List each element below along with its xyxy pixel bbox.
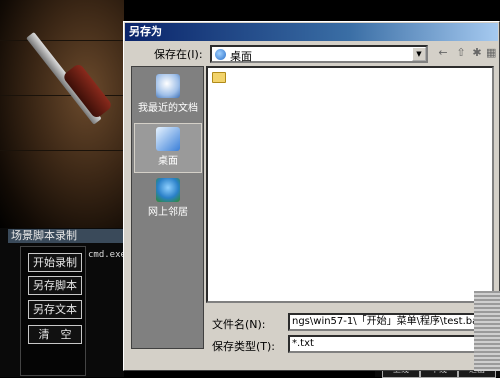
network-places-icon <box>156 178 180 202</box>
place-label: 我最近的文档 <box>138 103 198 114</box>
save-script-button[interactable]: 另存脚本 <box>28 276 82 295</box>
file-type-label: 保存类型(T): <box>212 340 276 353</box>
new-folder-icon[interactable]: ✱ <box>470 46 484 60</box>
game-background-art <box>0 0 124 232</box>
save-text-button[interactable]: 另存文本 <box>28 300 82 319</box>
file-name-input[interactable]: ngs\win57-1\「开始」菜单\程序\test.bat <box>288 313 494 331</box>
up-folder-icon[interactable]: ⇧ <box>454 46 468 60</box>
chevron-down-icon[interactable]: ▼ <box>412 47 426 61</box>
save-in-value: 桌面 <box>230 50 252 63</box>
save-as-dialog: 另存为 保存在(I): 桌面 ▼ ← ⇧ ✱ ▦ 我最近的文档 桌面 网上邻居 … <box>123 21 500 371</box>
place-label: 网上邻居 <box>148 207 188 218</box>
desktop-icon <box>215 49 226 60</box>
places-bar: 我最近的文档 桌面 网上邻居 <box>131 66 204 349</box>
recent-documents-icon <box>156 74 180 98</box>
view-menu-icon[interactable]: ▦ <box>486 46 496 60</box>
dialog-title: 另存为 <box>129 25 162 38</box>
place-network[interactable]: 网上邻居 <box>134 175 202 225</box>
file-list-view[interactable] <box>206 66 494 303</box>
folder-icon[interactable] <box>212 72 226 83</box>
place-desktop[interactable]: 桌面 <box>134 123 202 173</box>
back-icon[interactable]: ← <box>436 46 450 60</box>
file-type-dropdown[interactable]: *.txt <box>288 335 494 353</box>
place-label: 桌面 <box>158 156 178 167</box>
start-recording-button[interactable]: 开始录制 <box>28 253 82 272</box>
save-in-dropdown[interactable]: 桌面 ▼ <box>210 45 428 63</box>
file-name-label: 文件名(N): <box>212 318 266 331</box>
console-output: cmd.exe <box>88 250 126 260</box>
dialog-title-bar[interactable]: 另存为 <box>125 23 498 41</box>
place-recent-documents[interactable]: 我最近的文档 <box>134 71 202 121</box>
desktop-icon <box>156 127 180 151</box>
dialog-buttons-clipped <box>474 291 500 371</box>
clear-button[interactable]: 清 空 <box>28 325 82 344</box>
save-in-label: 保存在(I): <box>154 48 203 61</box>
panel-title: 场景脚本录制 <box>8 229 131 243</box>
